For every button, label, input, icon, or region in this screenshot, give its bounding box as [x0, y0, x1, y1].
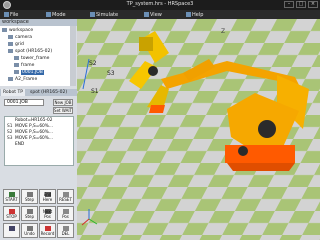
3d-viewport[interactable]: S2 S3 S1 Z [77, 19, 320, 240]
workspace-panel-header: workspace [0, 19, 77, 26]
speaker-button[interactable] [3, 223, 20, 238]
close-button[interactable]: × [308, 1, 318, 8]
job-icon [14, 69, 19, 74]
left-panel: workspace workspace camera grid spot (HR… [0, 19, 77, 240]
speaker-icon [9, 226, 15, 231]
tab-robot-tp[interactable]: Robot TP [1, 89, 25, 96]
label-z: Z [221, 28, 225, 35]
minimize-button[interactable]: – [284, 1, 294, 8]
frame-icon [14, 62, 19, 67]
step-button[interactable]: Step [21, 189, 38, 204]
camera-icon [8, 34, 13, 39]
pos-button[interactable]: Pos [57, 206, 74, 221]
end-here-button[interactable]: End Here [39, 189, 56, 204]
tree-item[interactable]: frame [14, 62, 34, 69]
workspace-tree: workspace camera grid spot (HR165-02) to… [0, 26, 70, 86]
tree-scrollbar[interactable] [70, 26, 76, 86]
menu-simulate[interactable]: Simulate [89, 12, 118, 18]
stop-button[interactable]: STOP [3, 206, 20, 221]
grid-icon [8, 41, 13, 46]
tree-item[interactable]: grid [8, 41, 24, 48]
job-select[interactable]: 0001.JOB [4, 99, 44, 106]
reset-button[interactable]: RESET [57, 189, 74, 204]
title-bar: TP_system.hrs - HRSpace3 – □ × [0, 0, 320, 10]
menu-bar: File Mode Simulate View Help [0, 10, 320, 19]
step-back-button[interactable]: Step [21, 206, 38, 221]
maximize-button[interactable]: □ [296, 1, 306, 8]
tree-item[interactable]: workspace [2, 27, 33, 34]
panel-tabs: Robot TP spot (HR165-02) [0, 89, 77, 96]
window-title: TP_system.hrs - HRSpace3 [126, 1, 194, 7]
menu-help[interactable]: Help [185, 12, 203, 18]
tree-item[interactable]: spot (HR165-02) [8, 48, 52, 55]
scene-canvas[interactable]: S2 S3 S1 Z [77, 19, 320, 240]
undo-button[interactable]: Undo [21, 223, 38, 238]
menu-mode[interactable]: Mode [46, 12, 66, 18]
label-s2: S2 [89, 60, 97, 67]
record-button[interactable]: Record [39, 223, 56, 238]
program-line[interactable]: END [7, 142, 24, 148]
new-job-button[interactable]: New JOB [53, 99, 73, 106]
menu-file[interactable]: File [3, 12, 18, 18]
tree-item-selected[interactable]: 0001.JOB [14, 69, 44, 76]
frame-icon [14, 55, 19, 60]
menu-view[interactable]: View [144, 12, 162, 18]
program-editor[interactable]: Robot=HR165-02 S1 MOVE P,S=60%... S2 MOVE … [4, 116, 74, 166]
folder-icon [2, 27, 7, 32]
tree-item[interactable]: camera [8, 34, 32, 41]
set-wait-button[interactable]: Set WAIT [53, 107, 73, 114]
label-s3: S3 [107, 70, 115, 77]
delete-button[interactable]: DEL [57, 223, 74, 238]
tree-item[interactable]: tower_frame [14, 55, 49, 62]
start-button[interactable]: START [3, 189, 20, 204]
tree-item[interactable]: A2_Frame [8, 76, 37, 83]
tab-spot[interactable]: spot (HR165-02) [28, 89, 69, 96]
robot-icon [8, 48, 13, 53]
next-pos-button[interactable]: Next Pos [39, 206, 56, 221]
label-s1: S1 [91, 88, 99, 95]
frame-icon [8, 76, 13, 81]
